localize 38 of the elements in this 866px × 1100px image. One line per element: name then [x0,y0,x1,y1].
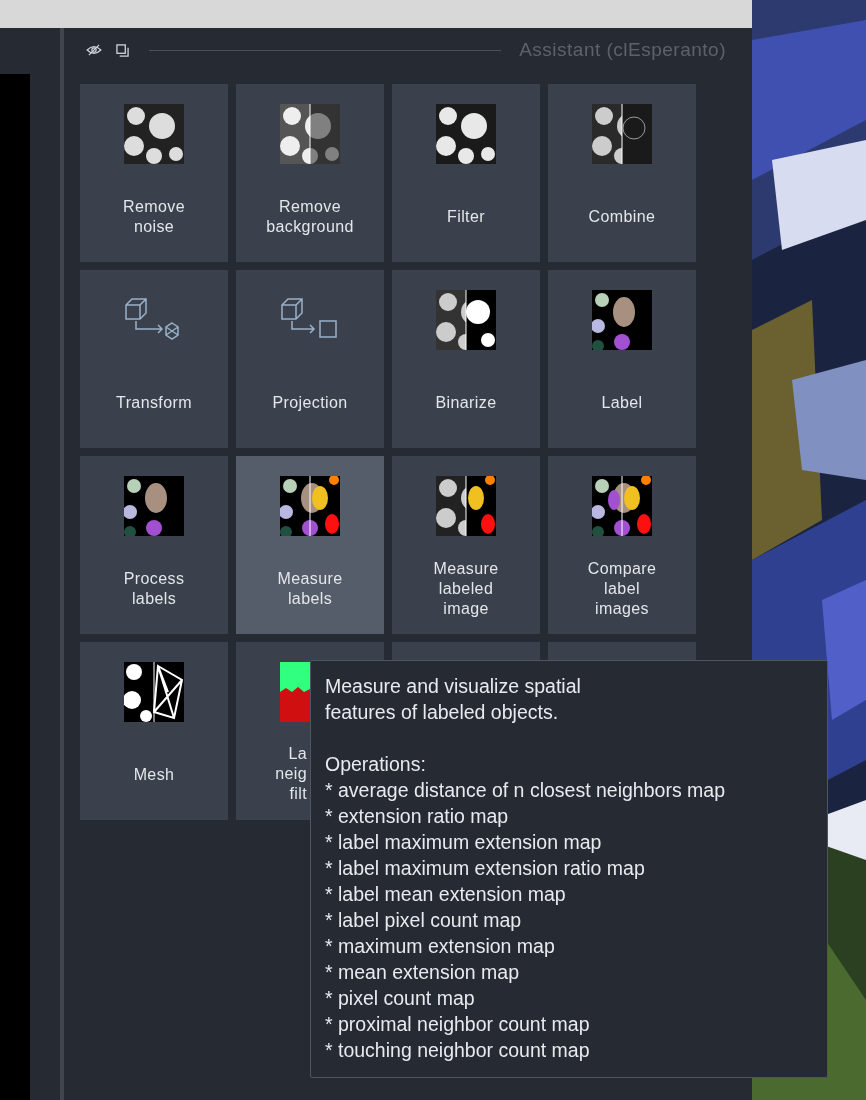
tooltip-description: Measure and visualize spatial features of labeled objects. [325,674,582,725]
operation-item: * pixel count map [325,986,476,1011]
tile-label: labeled [438,579,494,599]
tile-label: Label [601,393,643,413]
tooltip-heading: Operations: [325,752,427,777]
panel-title: Assistant (clEsperanto) [519,37,726,62]
tile-label: Measure [433,559,499,579]
tile-label: labels [287,589,333,609]
operation-item: * average distance of n closest neighbors map [325,778,726,803]
operation-item: * maximum extension map [325,934,556,959]
tile-label: Binarize [435,393,497,413]
tile-label: Remove [123,197,185,217]
tile-label: filt [289,784,307,804]
tile-label: labels [131,589,177,609]
tile-label: noise [133,217,175,237]
operation-item: * label maximum extension map [325,830,603,855]
operation-item: * mean extension map [325,960,521,985]
tile-label: background [266,217,354,237]
tile-label: Process [123,569,185,589]
tile-label: neig [275,764,307,784]
tile-label: La [288,744,307,764]
operation-item: * label mean extension map [325,882,567,907]
tile-label: Mesh [133,765,175,785]
tile-label: image [443,599,489,619]
tile-label: Transform [116,393,192,413]
tile-label: label [604,579,640,599]
operation-item: * touching neighbor count map [325,1038,591,1063]
tile-label: Projection [272,393,348,413]
tile-label: Filter [447,207,485,227]
tile-label: Compare [587,559,657,579]
tile-label: Remove [279,197,341,217]
operation-item: * label maximum extension ratio map [325,856,646,881]
tile-label: images [595,599,649,619]
operation-item: * extension ratio map [325,804,510,829]
operation-item: * label pixel count map [325,908,523,933]
tile-label: Measure [277,569,343,589]
operation-item: * proximal neighbor count map [325,1012,591,1037]
tile-label: Combine [588,207,656,227]
